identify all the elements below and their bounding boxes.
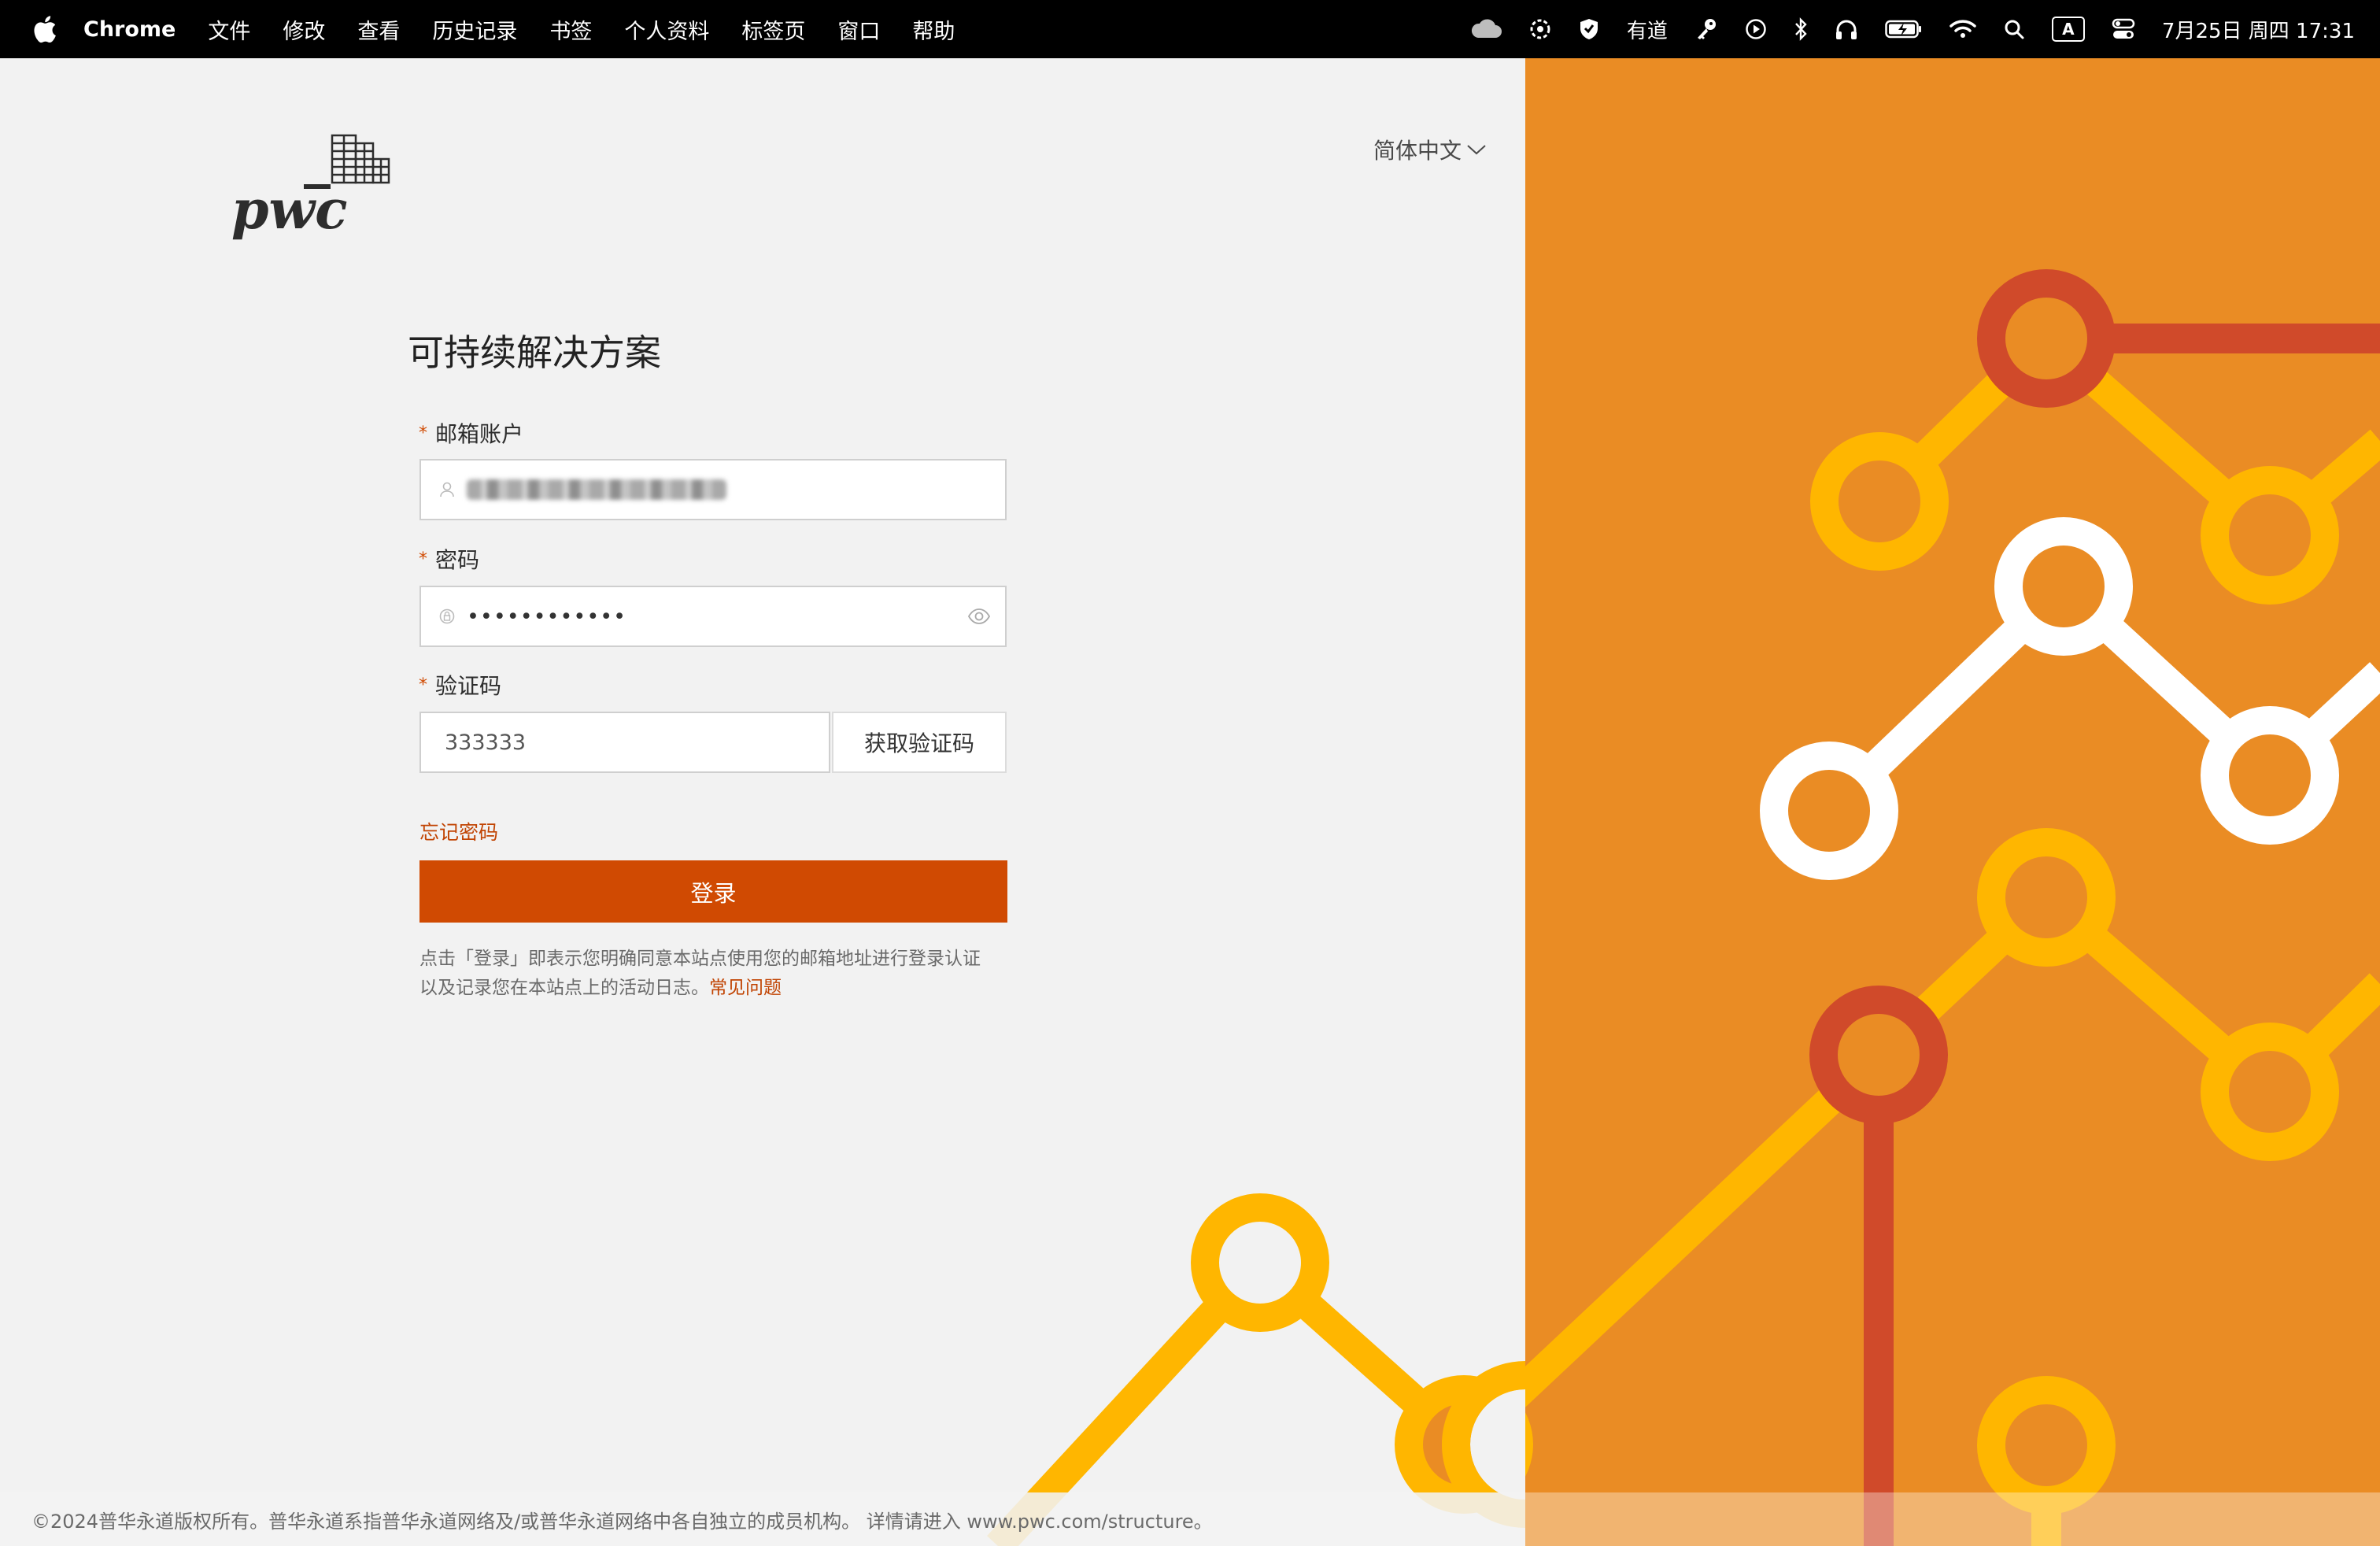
login-panel: pwc 简体中文 可持续解决方案 * 邮箱账户 * 密码 •••••••••••• …: [0, 58, 1525, 1492]
password-value: ••••••••••••: [467, 604, 627, 629]
password-field[interactable]: ••••••••••••: [419, 586, 1007, 647]
consent-notice: 点击「登录」即表示您明确同意本站点使用您的邮箱地址进行登录认证 以及记录您在本站…: [419, 945, 1018, 1003]
language-selector[interactable]: 简体中文: [1373, 134, 1487, 165]
user-icon: [438, 481, 456, 498]
login-button[interactable]: 登录: [419, 860, 1007, 923]
menu-app-chrome[interactable]: Chrome: [83, 17, 176, 42]
code-label: * 验证码: [419, 669, 501, 701]
youdao-icon[interactable]: 有道: [1627, 0, 1668, 58]
chevron-down-icon: [1467, 145, 1486, 155]
consent-line-1: 点击「登录」即表示您明确同意本站点使用您的邮箱地址进行登录认证: [419, 949, 981, 969]
menu-item-history[interactable]: 历史记录: [432, 14, 517, 45]
language-label: 简体中文: [1373, 138, 1462, 164]
get-code-button[interactable]: 获取验证码: [832, 712, 1007, 773]
required-mark: *: [419, 423, 427, 443]
gear-badge-icon[interactable]: [1529, 0, 1551, 58]
consent-line-2: 以及记录您在本站点上的活动日志。: [419, 978, 709, 998]
menu-bar: Chrome 文件 修改 查看 历史记录 书签 个人资料 标签页 窗口 帮助 有…: [0, 0, 2380, 58]
eye-icon[interactable]: [967, 605, 991, 631]
verification-code-field[interactable]: 333333: [419, 712, 830, 773]
bluetooth-icon[interactable]: [1794, 0, 1808, 58]
key-icon[interactable]: [1694, 0, 1718, 58]
footer: ©2024普华永道版权所有。普华永道系指普华永道网络及/或普华永道网络中各自独立…: [0, 1492, 1525, 1546]
svg-text:pwc: pwc: [231, 179, 348, 242]
cloud-icon[interactable]: [1469, 0, 1502, 58]
page-title: 可持续解决方案: [408, 331, 661, 374]
menu-item-edit[interactable]: 修改: [283, 14, 325, 45]
control-center-icon[interactable]: [2112, 0, 2135, 58]
footer-copyright: ©2024普华永道版权所有。普华永道系指普华永道网络及/或普华永道网络中各自独立…: [31, 1510, 1213, 1533]
email-label: * 邮箱账户: [419, 417, 523, 449]
menu-item-help[interactable]: 帮助: [912, 14, 955, 45]
menu-item-tabs[interactable]: 标签页: [741, 14, 805, 45]
menu-item-profiles[interactable]: 个人资料: [624, 14, 709, 45]
apple-menu-icon[interactable]: [31, 13, 58, 45]
play-icon[interactable]: [1745, 0, 1767, 58]
headphones-icon[interactable]: [1835, 0, 1858, 58]
input-method-icon[interactable]: A: [2051, 0, 2085, 58]
pwc-logo: pwc: [231, 134, 390, 242]
password-label: * 密码: [419, 543, 479, 575]
footer-overlay: [1525, 1492, 2380, 1546]
lock-icon: [438, 608, 456, 625]
menu-item-bookmarks[interactable]: 书签: [549, 14, 592, 45]
code-label-text: 验证码: [435, 673, 502, 699]
input-method-label: A: [2051, 17, 2085, 42]
menu-item-window[interactable]: 窗口: [837, 14, 880, 45]
forgot-password-link[interactable]: 忘记密码: [419, 817, 498, 845]
email-value-blurred: [467, 479, 726, 500]
menu-item-view[interactable]: 查看: [357, 14, 400, 45]
search-icon[interactable]: [2003, 0, 2025, 58]
required-mark: *: [419, 549, 427, 569]
faq-link[interactable]: 常见问题: [709, 978, 782, 998]
email-field[interactable]: [419, 459, 1007, 520]
password-label-text: 密码: [435, 547, 480, 573]
email-label-text: 邮箱账户: [435, 421, 524, 447]
verification-code-value: 333333: [445, 730, 527, 755]
menu-item-file[interactable]: 文件: [208, 14, 250, 45]
clock[interactable]: 7月25日 周四 17:31: [2162, 0, 2355, 58]
battery-icon[interactable]: [1885, 0, 1923, 58]
required-mark: *: [419, 675, 427, 695]
wifi-icon[interactable]: [1949, 0, 1976, 58]
shield-icon[interactable]: [1578, 0, 1600, 58]
